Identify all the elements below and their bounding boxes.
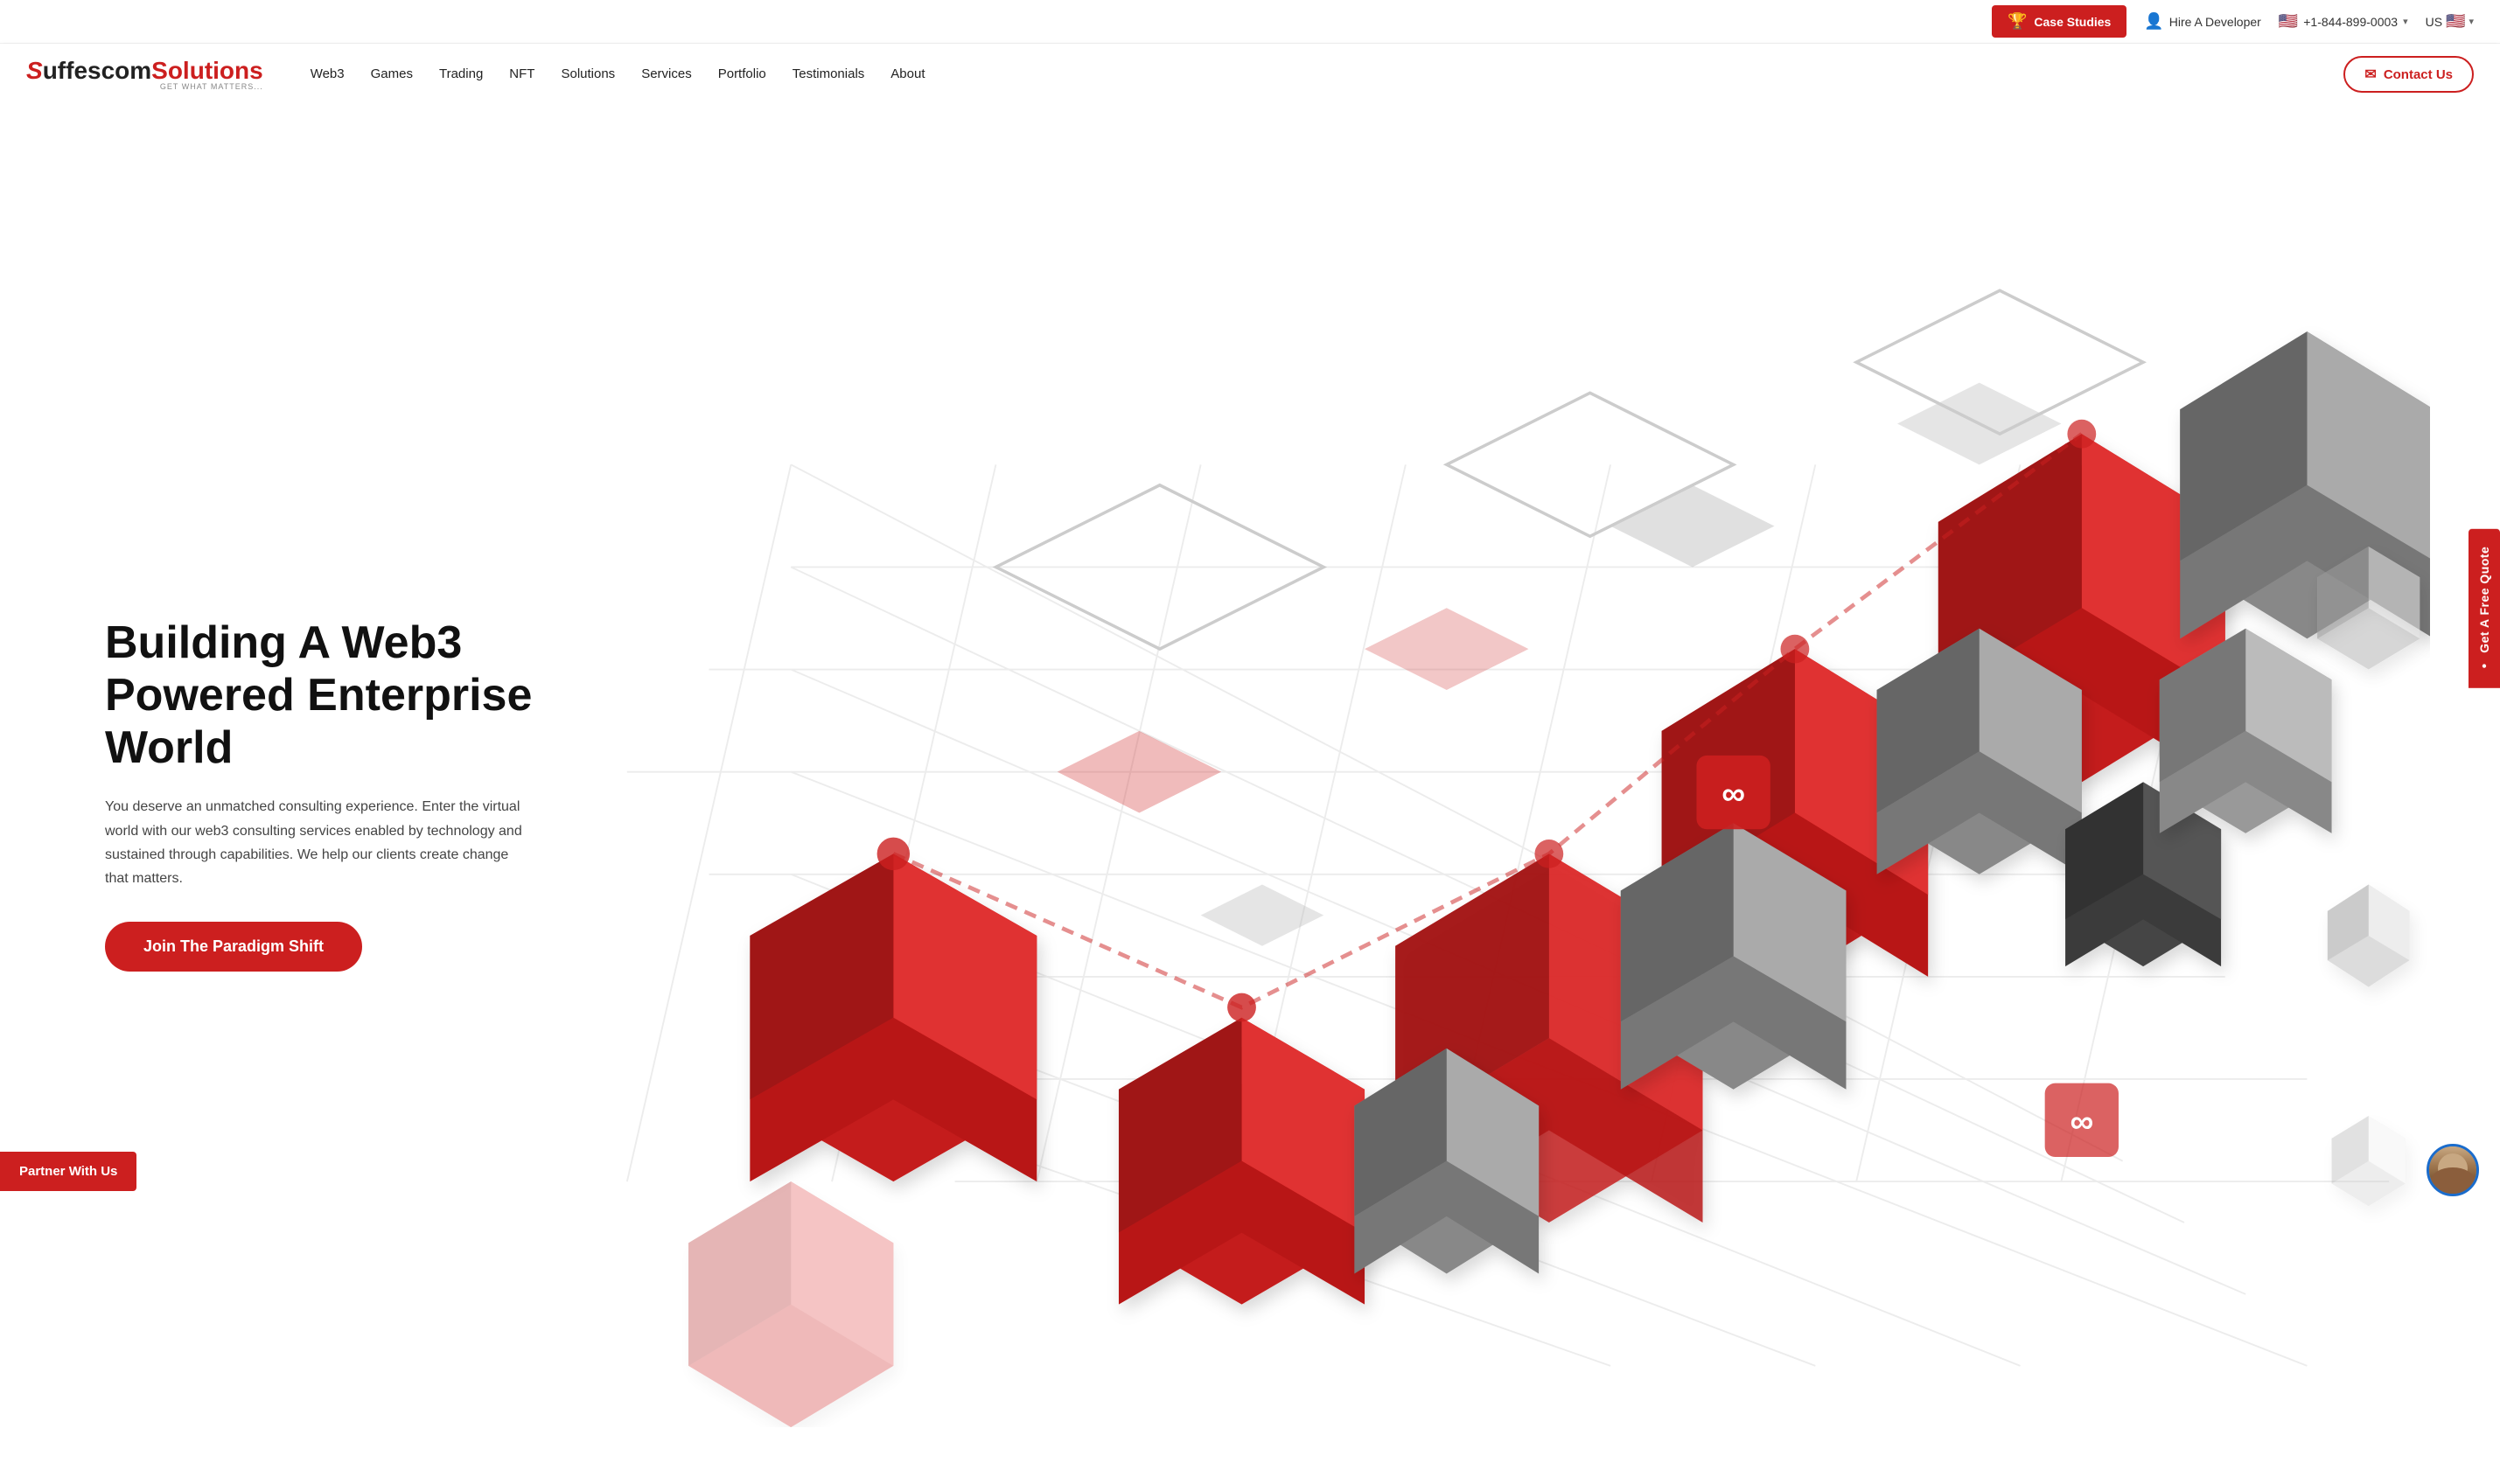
isometric-grid-visual: ∞ ∞ xyxy=(586,157,2430,1427)
hero-visual: ∞ ∞ xyxy=(586,157,2430,1432)
nav-item-web3[interactable]: Web3 xyxy=(298,66,357,82)
nav-link-services[interactable]: Services xyxy=(629,59,704,88)
trophy-icon: 🏆 xyxy=(2008,12,2027,31)
nav-link-about[interactable]: About xyxy=(878,59,937,88)
hero-description: You deserve an unmatched consulting expe… xyxy=(105,795,525,890)
nav-item-games[interactable]: Games xyxy=(359,66,425,82)
logo-solutions: Solutions xyxy=(151,57,263,84)
case-studies-button[interactable]: 🏆 Case Studies xyxy=(1992,5,2126,38)
get-free-quote-button[interactable]: Get A Free Quote xyxy=(2469,529,2500,688)
logo-uffescom: uffescom xyxy=(43,57,151,84)
us-flag-icon: 🇺🇸 xyxy=(2279,12,2298,31)
hero-content: Building A Web3 Powered Enterprise World… xyxy=(105,617,586,972)
case-studies-label: Case Studies xyxy=(2034,15,2111,29)
nav-link-testimonials[interactable]: Testimonials xyxy=(780,59,877,88)
nav-link-solutions[interactable]: Solutions xyxy=(548,59,627,88)
country-code-label: US xyxy=(2426,15,2442,29)
nav-link-web3[interactable]: Web3 xyxy=(298,59,357,88)
nav-item-services[interactable]: Services xyxy=(629,66,704,82)
logo-s: S xyxy=(26,57,43,84)
nav-links: Web3 Games Trading NFT Solutions Service… xyxy=(298,66,2344,82)
mail-icon: ✉ xyxy=(2364,66,2376,83)
nav-item-trading[interactable]: Trading xyxy=(427,66,495,82)
nav-item-nft[interactable]: NFT xyxy=(497,66,547,82)
contact-us-label: Contact Us xyxy=(2384,67,2453,82)
nav-item-portfolio[interactable]: Portfolio xyxy=(706,66,779,82)
avatar-image xyxy=(2429,1146,2476,1194)
logo-tagline: GET WHAT MATTERS... xyxy=(26,83,263,91)
country-flag-icon: 🇺🇸 xyxy=(2446,12,2465,31)
chevron-down-icon-2: ▾ xyxy=(2469,16,2474,27)
chat-avatar[interactable] xyxy=(2427,1144,2479,1196)
join-paradigm-button[interactable]: Join The Paradigm Shift xyxy=(105,922,362,972)
logo[interactable]: SuffescomSolutions GET WHAT MATTERS... xyxy=(26,59,263,91)
top-bar: 🏆 Case Studies 👤 Hire A Developer 🇺🇸 +1-… xyxy=(0,0,2500,44)
phone-number: +1-844-899-0003 xyxy=(2303,15,2398,29)
nav-link-trading[interactable]: Trading xyxy=(427,59,495,88)
hero-section: Building A Web3 Powered Enterprise World… xyxy=(0,105,2500,1484)
nav-link-nft[interactable]: NFT xyxy=(497,59,547,88)
nav-item-solutions[interactable]: Solutions xyxy=(548,66,627,82)
contact-us-button[interactable]: ✉ Contact Us xyxy=(2343,56,2474,93)
chevron-down-icon: ▾ xyxy=(2403,16,2408,27)
nav-item-about[interactable]: About xyxy=(878,66,937,82)
nav-link-games[interactable]: Games xyxy=(359,59,425,88)
partner-with-us-button[interactable]: Partner With Us xyxy=(0,1152,136,1191)
navbar: SuffescomSolutions GET WHAT MATTERS... W… xyxy=(0,44,2500,105)
hero-title: Building A Web3 Powered Enterprise World xyxy=(105,617,586,774)
nav-item-testimonials[interactable]: Testimonials xyxy=(780,66,877,82)
svg-text:∞: ∞ xyxy=(1721,775,1745,812)
svg-text:∞: ∞ xyxy=(2070,1103,2093,1139)
person-icon: 👤 xyxy=(2144,12,2163,31)
phone-selector[interactable]: 🇺🇸 +1-844-899-0003 ▾ xyxy=(2279,12,2408,31)
nav-link-portfolio[interactable]: Portfolio xyxy=(706,59,779,88)
hire-dev-label: Hire A Developer xyxy=(2169,15,2261,29)
country-selector[interactable]: US 🇺🇸 ▾ xyxy=(2426,12,2474,31)
hire-developer-link[interactable]: 👤 Hire A Developer xyxy=(2144,12,2260,31)
avatar-body xyxy=(2431,1167,2475,1194)
